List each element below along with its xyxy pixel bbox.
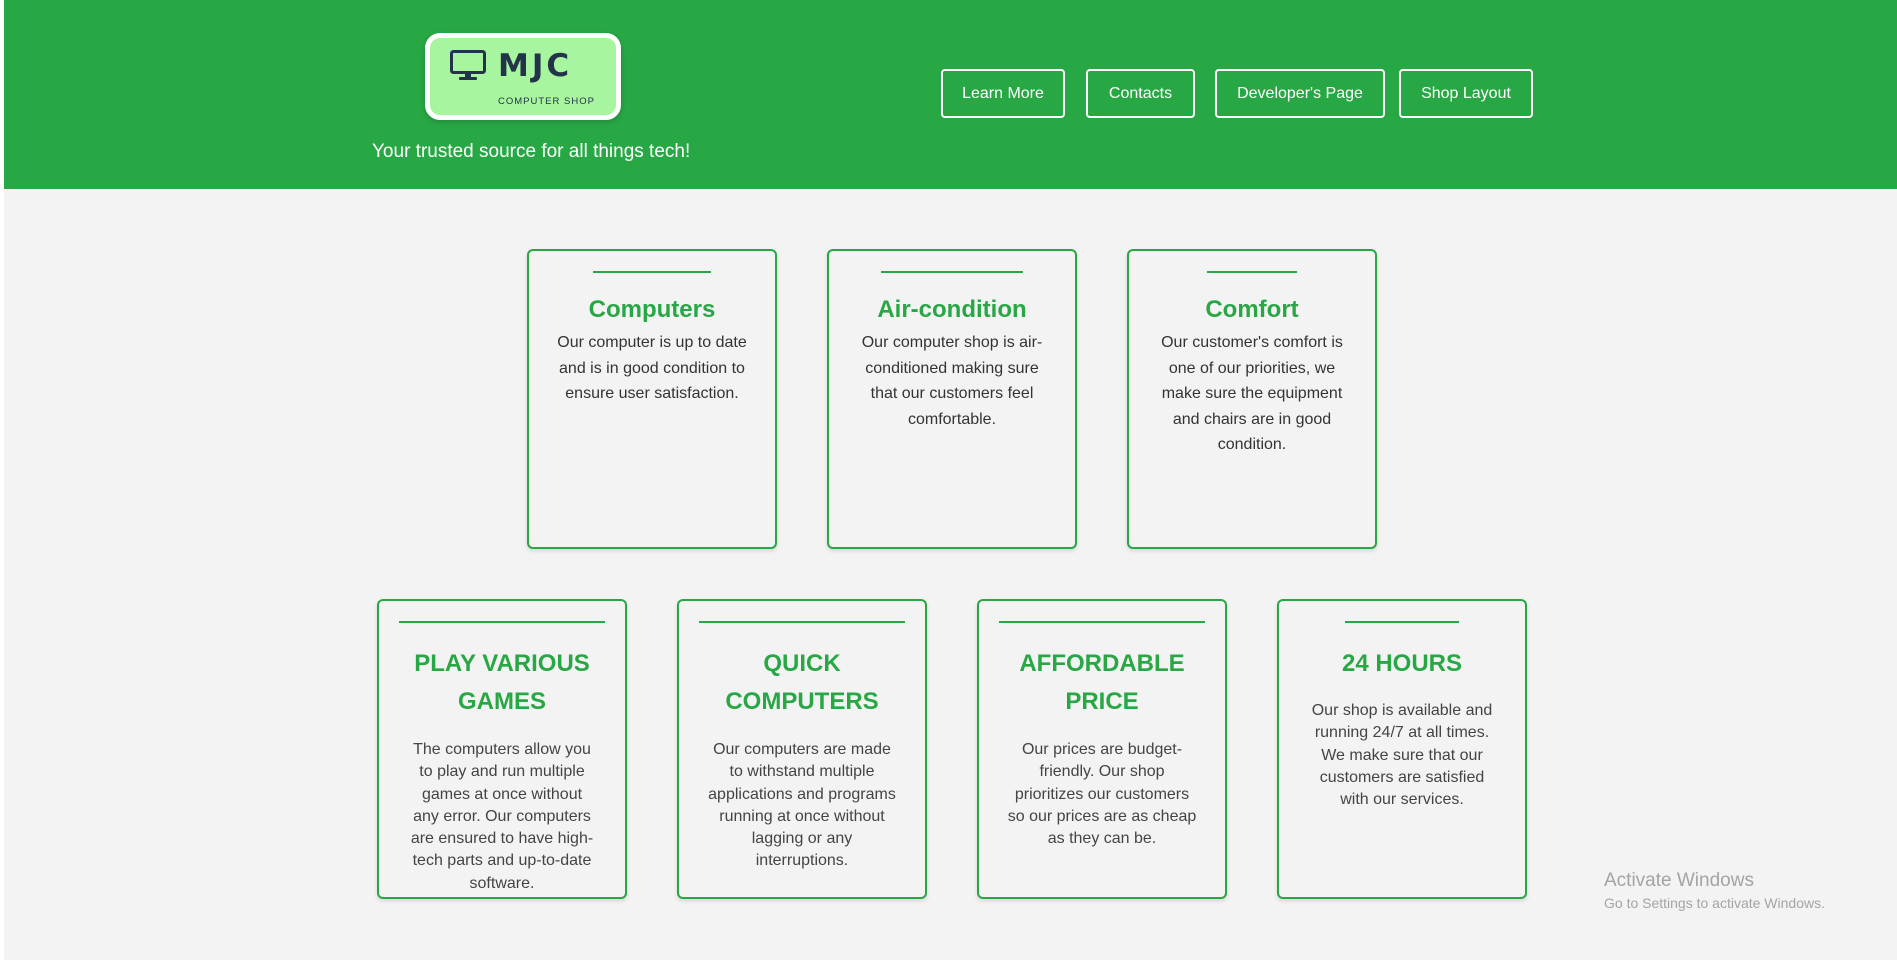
watermark-title: Activate Windows (1604, 870, 1754, 891)
feature-card-computers: Computers Our computer is up to date and… (527, 249, 777, 549)
feature-card-24-hours: 24 HOURS Our shop is available and runni… (1277, 599, 1527, 899)
feature-card-air-condition: Air-condition Our computer shop is air-c… (827, 249, 1077, 549)
feature-card-affordable-price: AFFORDABLE PRICE Our prices are budget-f… (977, 599, 1227, 899)
developers-page-button[interactable]: Developer's Page (1215, 69, 1385, 118)
feature-title: 24 HOURS (1341, 650, 1463, 677)
shop-layout-button[interactable]: Shop Layout (1399, 69, 1533, 118)
feature-text: Our customer's comfort is one of our pri… (1161, 334, 1343, 453)
card-divider (1207, 271, 1297, 273)
tagline: Your trusted source for all things tech! (372, 141, 691, 162)
windows-activation-watermark: Activate Windows Go to Settings to activ… (1604, 869, 1825, 913)
card-divider (999, 621, 1205, 623)
logo-title: MJC (498, 48, 573, 84)
learn-more-button[interactable]: Learn More (941, 69, 1065, 118)
site-header: MJC COMPUTER SHOP Your trusted source fo… (4, 0, 1897, 189)
feature-text: Our computer is up to date and is in goo… (557, 334, 747, 402)
card-divider (1345, 621, 1459, 623)
feature-card-quick-computers: QUICK COMPUTERS Our computers are made t… (677, 599, 927, 899)
page: MJC COMPUTER SHOP Your trusted source fo… (4, 0, 1897, 960)
feature-card-comfort: Comfort Our customer's comfort is one of… (1127, 249, 1377, 549)
feature-title: Computers (588, 296, 716, 323)
contacts-button[interactable]: Contacts (1086, 69, 1195, 118)
feature-text: Our prices are budget-friendly. Our shop… (1007, 741, 1197, 848)
feature-text: Our computers are made to withstand mult… (708, 741, 896, 870)
feature-card-play-various-games: PLAY VARIOUS GAMES The computers allow y… (377, 599, 627, 899)
watermark-subtitle: Go to Settings to activate Windows. (1604, 895, 1825, 911)
card-divider (593, 271, 711, 273)
card-divider (699, 621, 905, 623)
feature-title: PLAY VARIOUS GAMES (414, 650, 590, 715)
desktop-monitor-icon (450, 50, 486, 80)
logo-subtitle: COMPUTER SHOP (498, 96, 595, 107)
feature-text: The computers allow you to play and run … (410, 741, 594, 892)
shop-logo[interactable]: MJC COMPUTER SHOP (425, 33, 621, 120)
feature-text: Our shop is available and running 24/7 a… (1311, 702, 1493, 809)
feature-title: QUICK COMPUTERS (725, 650, 879, 715)
feature-text: Our computer shop is air-conditioned mak… (861, 334, 1043, 428)
feature-title: AFFORDABLE PRICE (1019, 650, 1185, 715)
card-divider (881, 271, 1023, 273)
feature-title: Comfort (1205, 296, 1299, 323)
card-divider (399, 621, 605, 623)
feature-title: Air-condition (877, 296, 1027, 323)
